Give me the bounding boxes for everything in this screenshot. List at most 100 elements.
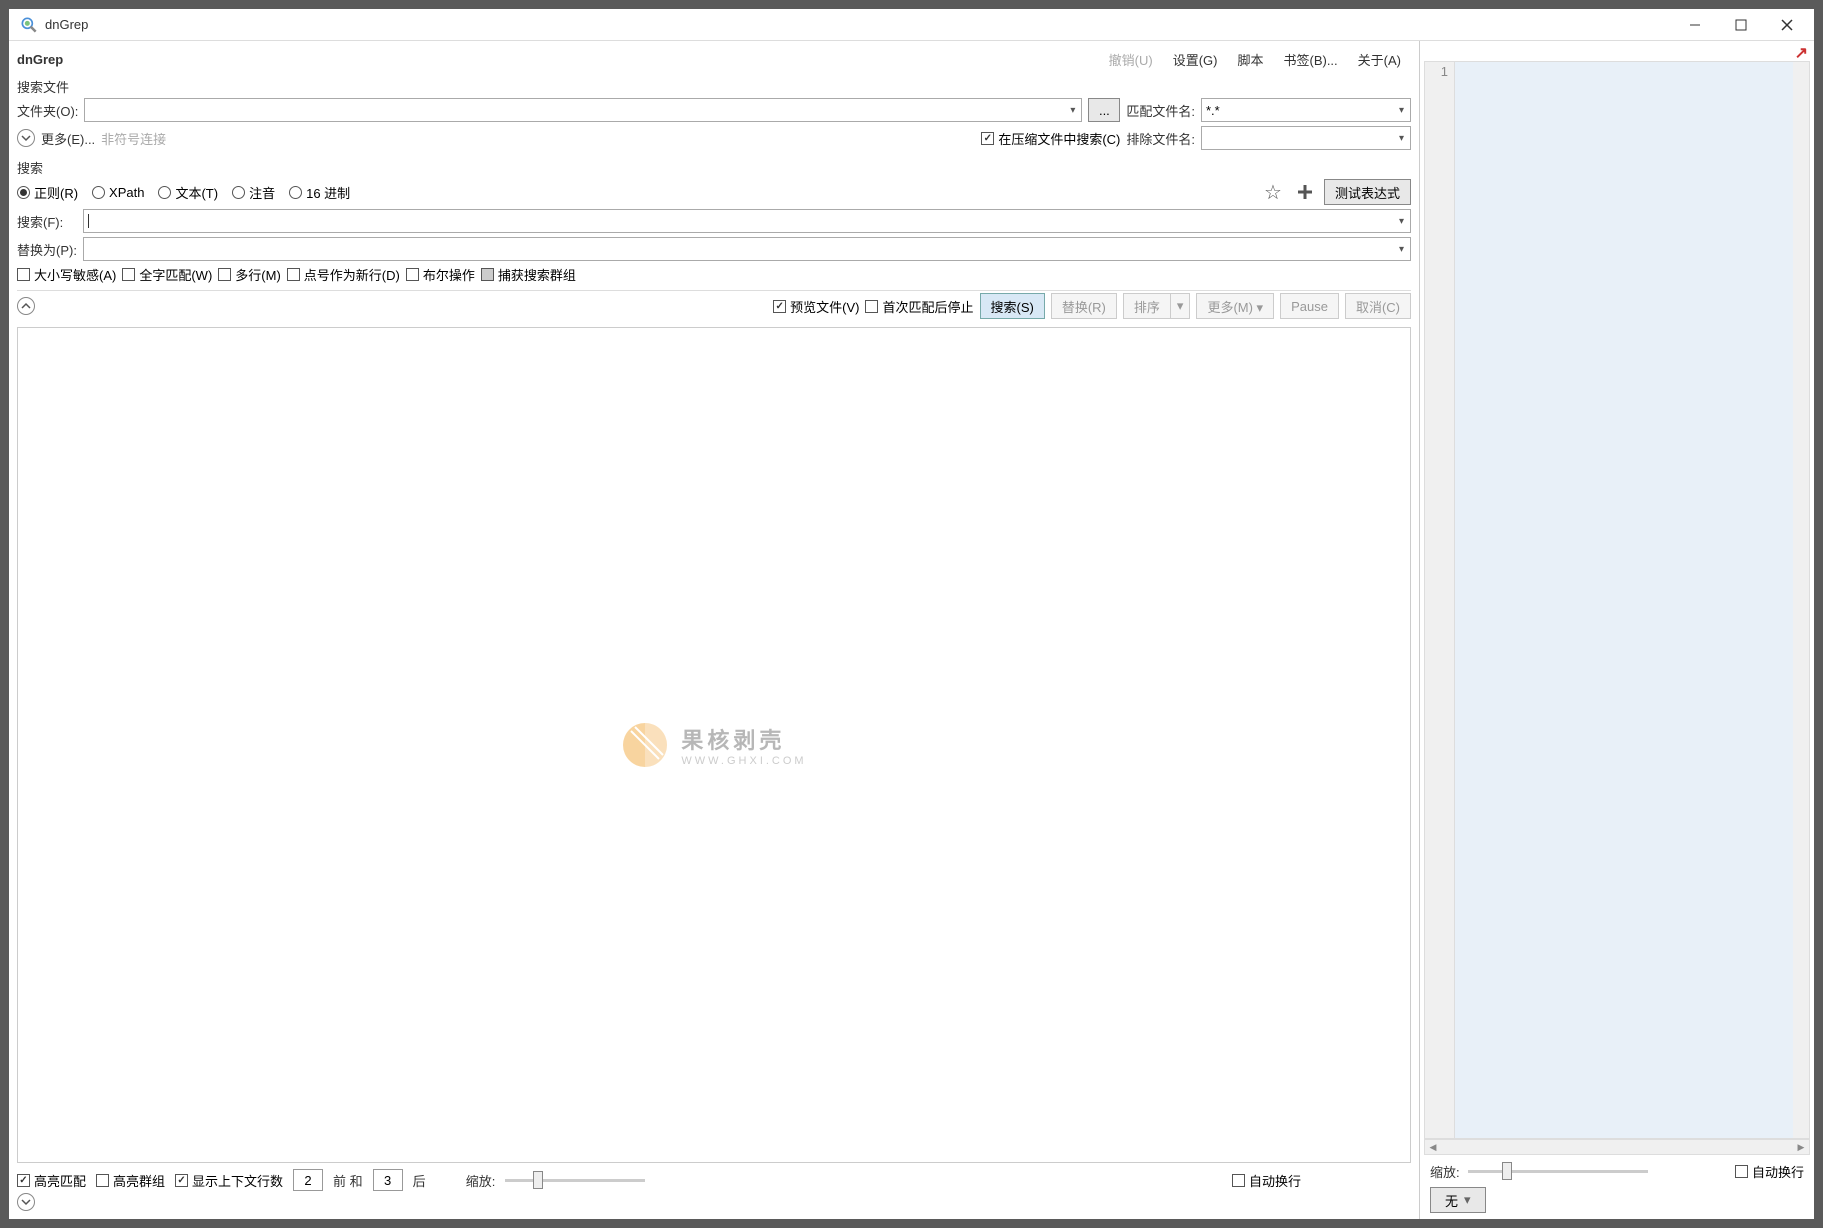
horizontal-scrollbar[interactable]: ◀ ▶ [1424,1139,1810,1155]
case-sensitive-checkbox[interactable]: 大小写敏感(A) [17,265,116,284]
more-actions-button[interactable]: 更多(M) ▾ [1196,293,1274,319]
search-archives-checkbox[interactable]: 在压缩文件中搜索(C) [981,129,1120,148]
context-after-input[interactable] [373,1169,403,1191]
radio-xpath[interactable]: XPath [92,185,144,200]
highlight-match-checkbox[interactable]: 高亮匹配 [17,1171,86,1190]
sort-button[interactable]: 排序 [1123,293,1170,319]
code-area[interactable] [1455,62,1793,1138]
preview-footer: 缩放: 自动换行 [1420,1155,1814,1187]
search-options-row: 大小写敏感(A) 全字匹配(W) 多行(M) 点号作为新行(D) 布尔操作 捕获… [17,265,1411,284]
boolean-op-checkbox[interactable]: 布尔操作 [406,265,475,284]
window-title: dnGrep [45,17,1672,32]
more-expand-button[interactable] [17,129,35,147]
preview-zoom-slider[interactable] [1468,1161,1648,1181]
more-label[interactable]: 更多(E)... [41,129,95,148]
folder-label: 文件夹(O): [17,101,78,120]
close-button[interactable] [1764,10,1810,40]
search-for-row: 搜索(F): [17,209,1411,233]
preview-header: ↗ [1420,41,1814,61]
replace-with-label: 替换为(P): [17,240,77,259]
menu-bookmarks[interactable]: 书签(B)... [1273,50,1347,69]
context-before-input[interactable] [293,1169,323,1191]
multiline-checkbox[interactable]: 多行(M) [218,265,281,284]
syntax-dropdown[interactable]: 无▾ [1430,1187,1486,1213]
radio-phonetic[interactable]: 注音 [232,183,275,202]
menu-about[interactable]: 关于(A) [1348,50,1411,69]
results-area: 果核剥壳 WWW.GHXI.COM [17,327,1411,1163]
status-row [17,1193,1411,1211]
preview-file-checkbox[interactable]: 预览文件(V) [773,297,859,316]
zoom-slider[interactable] [505,1170,645,1190]
context-after-label: 后 [413,1171,426,1190]
symlink-hint: 非符号连接 [101,129,166,148]
scroll-right-icon[interactable]: ▶ [1793,1140,1809,1154]
app-window: dnGrep dnGrep 撤销(U) 设置(G) 脚本 书签(B)... 关于… [8,8,1815,1220]
window-controls [1672,10,1810,40]
watermark-icon [621,721,669,769]
exclude-files-label: 排除文件名: [1126,129,1195,148]
exclude-files-combo[interactable] [1201,126,1411,150]
preview-wrap-checkbox[interactable]: 自动换行 [1735,1162,1804,1181]
results-expand-button[interactable] [17,297,35,315]
stop-first-checkbox[interactable]: 首次匹配后停止 [865,297,973,316]
sort-dropdown-button[interactable]: ▾ [1170,293,1191,319]
action-row: 预览文件(V) 首次匹配后停止 搜索(S) 替换(R) 排序 ▾ 更多(M) ▾… [17,293,1411,319]
folder-row: 文件夹(O): ... 匹配文件名: *.* [17,98,1411,122]
search-type-row: 正则(R) XPath 文本(T) 注音 16 进制 ☆ 测试表达式 [17,179,1411,205]
maximize-button[interactable] [1718,10,1764,40]
app-icon [19,15,39,35]
folder-combo[interactable] [84,98,1082,122]
menubar: dnGrep 撤销(U) 设置(G) 脚本 书签(B)... 关于(A) [17,45,1411,73]
preview-panel: ↗ 1 ◀ ▶ 缩放: 自动换行 无▾ [1419,41,1814,1219]
vertical-scrollbar[interactable] [1793,62,1809,1138]
capture-groups-checkbox[interactable]: 捕获搜索群组 [481,265,576,284]
radio-hex[interactable]: 16 进制 [289,183,350,202]
search-legend: 搜索 [17,158,1411,177]
zoom-label: 缩放: [466,1171,496,1190]
highlight-groups-checkbox[interactable]: 高亮群组 [96,1171,165,1190]
wrap-checkbox[interactable]: 自动换行 [1232,1171,1301,1190]
line-gutter: 1 [1425,62,1455,1138]
preview-body: 1 [1424,61,1810,1139]
titlebar: dnGrep [9,9,1814,41]
star-icon[interactable]: ☆ [1260,179,1286,205]
replace-button[interactable]: 替换(R) [1051,293,1117,319]
watermark-sub: WWW.GHXI.COM [681,755,806,767]
match-files-label: 匹配文件名: [1126,101,1195,120]
popout-icon[interactable]: ↗ [1795,43,1808,59]
search-button[interactable]: 搜索(S) [980,293,1045,319]
left-panel: dnGrep 撤销(U) 设置(G) 脚本 书签(B)... 关于(A) 搜索文… [9,41,1419,1219]
more-row: 更多(E)... 非符号连接 在压缩文件中搜索(C) 排除文件名: [17,126,1411,150]
pause-button[interactable]: Pause [1280,293,1339,319]
radio-regex[interactable]: 正则(R) [17,183,78,202]
menu-undo[interactable]: 撤销(U) [1099,50,1163,69]
watermark: 果核剥壳 WWW.GHXI.COM [621,721,806,769]
match-files-combo[interactable]: *.* [1201,98,1411,122]
menu-scripts[interactable]: 脚本 [1227,50,1273,69]
preview-zoom-label: 缩放: [1430,1162,1460,1181]
search-for-label: 搜索(F): [17,212,77,231]
radio-text[interactable]: 文本(T) [158,183,218,202]
match-files-value: *.* [1206,103,1220,118]
dot-newline-checkbox[interactable]: 点号作为新行(D) [287,265,400,284]
search-type-radios: 正则(R) XPath 文本(T) 注音 16 进制 [17,183,350,202]
search-for-combo[interactable] [83,209,1411,233]
minimize-button[interactable] [1672,10,1718,40]
context-middle-label: 前 和 [333,1171,363,1190]
replace-with-combo[interactable] [83,237,1411,261]
cancel-button[interactable]: 取消(C) [1345,293,1411,319]
plus-icon[interactable] [1292,179,1318,205]
watermark-main: 果核剥壳 [681,723,806,755]
context-lines-checkbox[interactable]: 显示上下文行数 [175,1171,283,1190]
app-name-label: dnGrep [17,52,63,67]
browse-button[interactable]: ... [1088,98,1120,122]
menu-settings[interactable]: 设置(G) [1163,50,1228,69]
whole-word-checkbox[interactable]: 全字匹配(W) [122,265,212,284]
line-number: 1 [1441,64,1448,79]
search-files-legend: 搜索文件 [17,77,1411,96]
replace-with-row: 替换为(P): [17,237,1411,261]
status-expand-button[interactable] [17,1193,35,1211]
test-expression-button[interactable]: 测试表达式 [1324,179,1411,205]
scroll-left-icon[interactable]: ◀ [1425,1140,1441,1154]
main-layout: dnGrep 撤销(U) 设置(G) 脚本 书签(B)... 关于(A) 搜索文… [9,41,1814,1219]
